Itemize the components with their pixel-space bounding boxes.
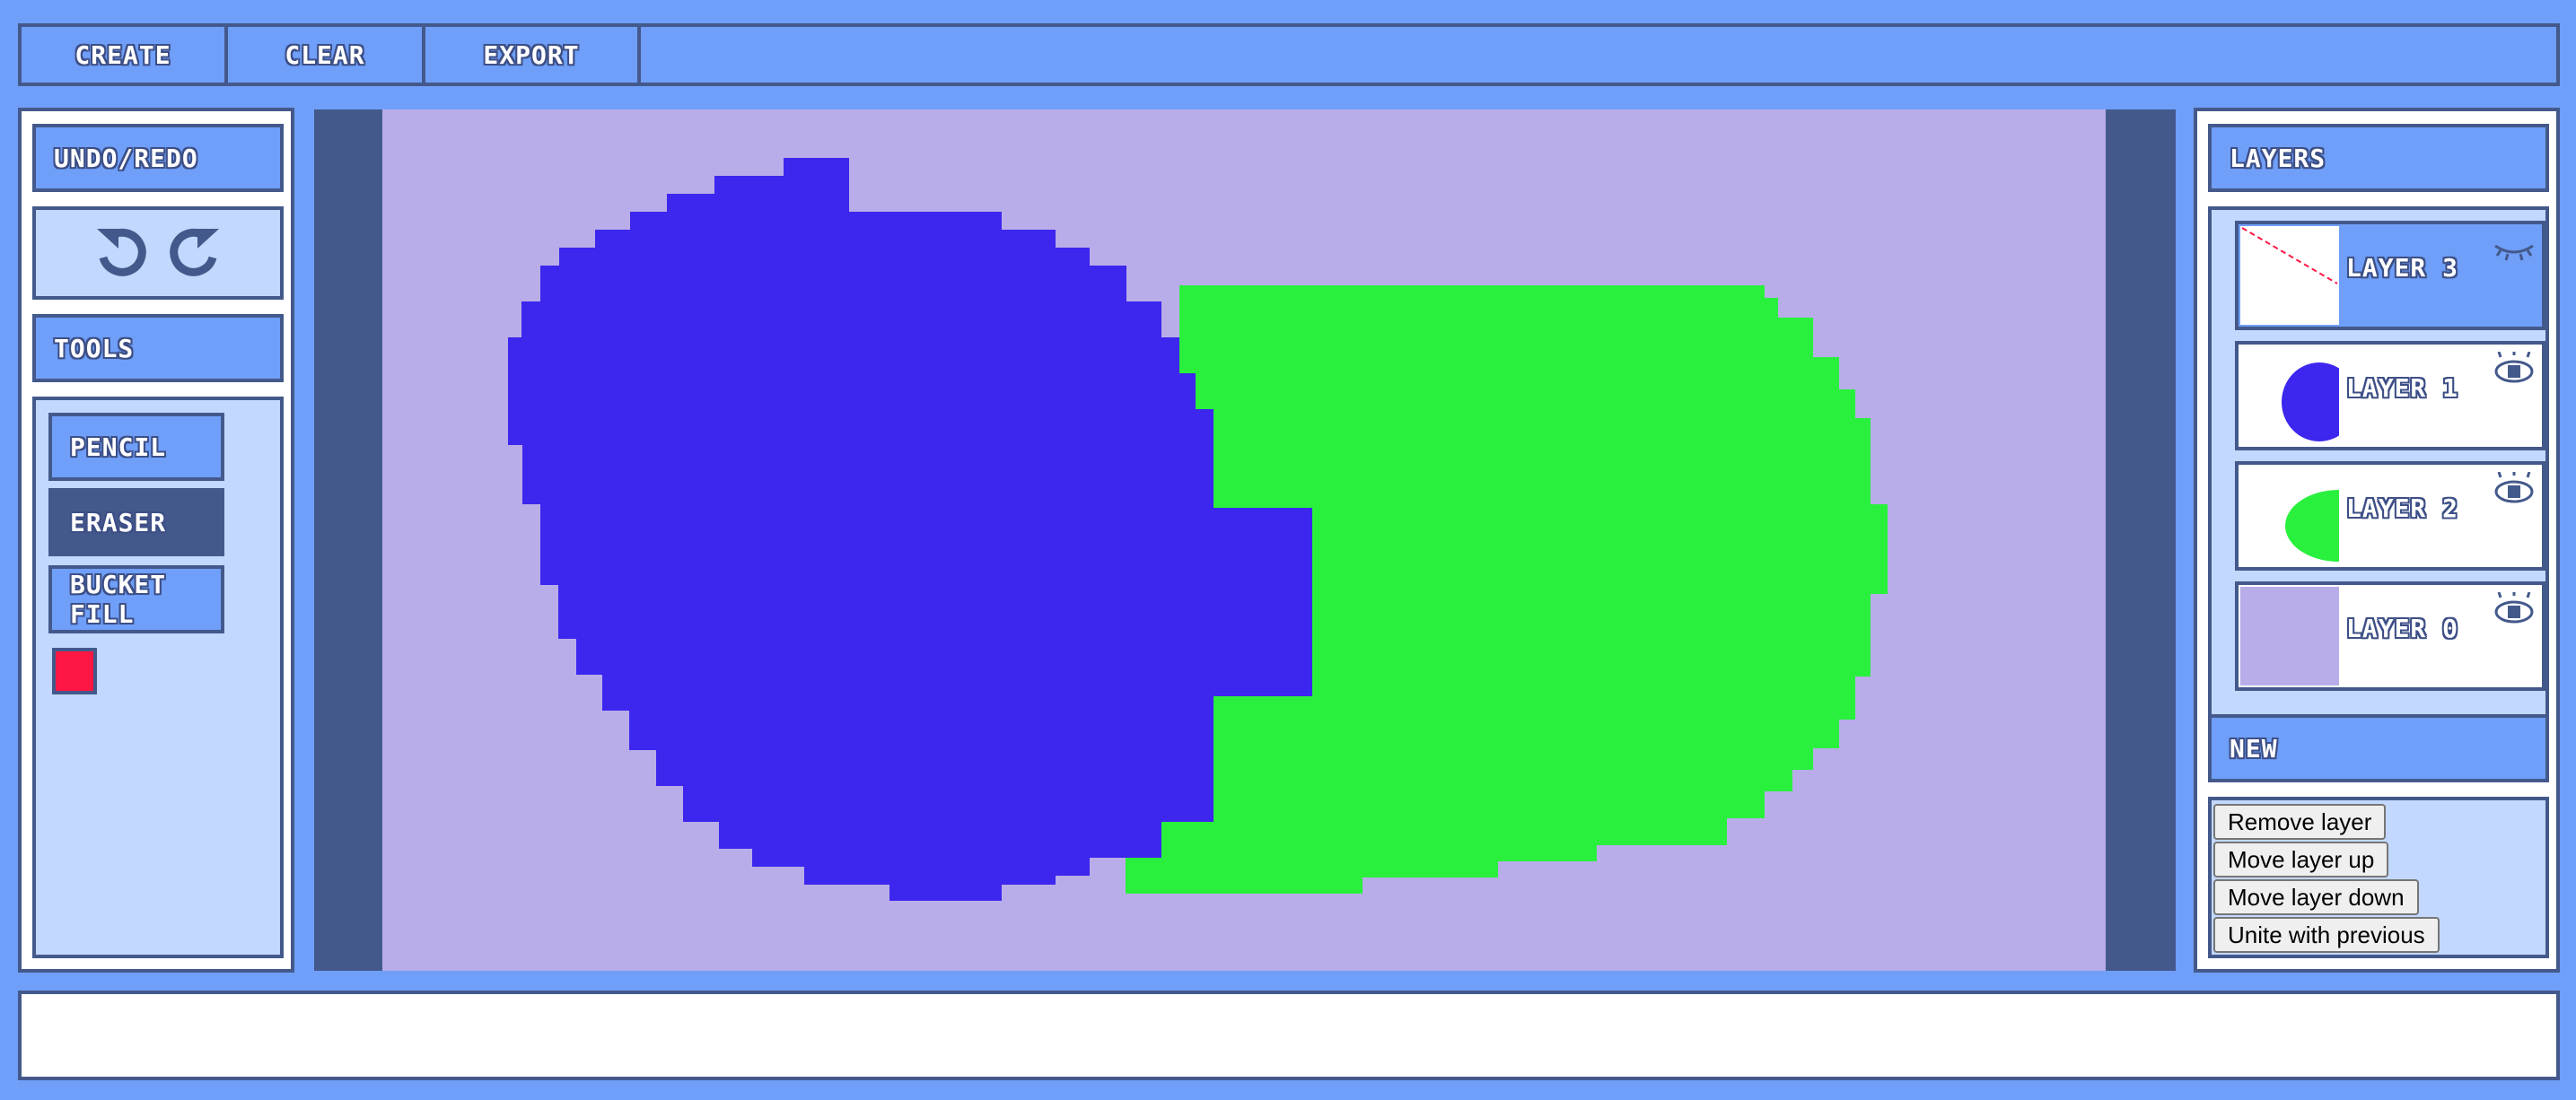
layer-item-0[interactable]: LAYER 0	[2235, 581, 2545, 691]
eye-closed-icon[interactable]	[2492, 231, 2537, 267]
undo-redo-header: UNDO/REDO	[32, 124, 284, 192]
unite-with-previous-button[interactable]: Unite with previous	[2213, 917, 2440, 953]
blue-ellipse-shape	[508, 158, 1312, 901]
redo-icon[interactable]	[162, 222, 224, 284]
create-button[interactable]: CREATE	[22, 27, 228, 83]
canvas-area	[314, 109, 2176, 971]
eye-open-icon[interactable]	[2492, 352, 2537, 388]
tool-eraser[interactable]: ERASER	[48, 488, 224, 556]
layers-list: LAYER 3 LAYER 1 LAYER 2 LAYER 0	[2208, 206, 2549, 720]
clear-button[interactable]: CLEAR	[228, 27, 425, 83]
layer-label: LAYER 0	[2346, 614, 2459, 643]
tool-bucket-fill[interactable]: BUCKET FILL	[48, 565, 224, 633]
layer-label: LAYER 2	[2346, 493, 2459, 523]
layers-header: LAYERS	[2208, 124, 2549, 192]
layer-label: LAYER 3	[2346, 253, 2459, 283]
layer-item-2[interactable]: LAYER 2	[2235, 461, 2545, 571]
color-swatch[interactable]	[52, 648, 97, 694]
remove-layer-button[interactable]: Remove layer	[2213, 804, 2387, 840]
layer-thumbnail	[2240, 467, 2339, 565]
undo-redo-box	[32, 206, 284, 300]
undo-icon[interactable]	[92, 222, 154, 284]
layer-thumbnail	[2240, 587, 2339, 685]
layer-actions-box: Remove layer Move layer up Move layer do…	[2208, 797, 2549, 958]
menubar: CREATE CLEAR EXPORT	[18, 23, 2560, 86]
layer-item-1[interactable]: LAYER 1	[2235, 341, 2545, 450]
new-layer-button[interactable]: NEW	[2208, 714, 2549, 782]
layer-label: LAYER 1	[2346, 373, 2459, 403]
tool-pencil[interactable]: PENCIL	[48, 413, 224, 481]
layer-thumbnail	[2240, 226, 2339, 325]
left-panel: UNDO/REDO TOOLS PENCIL ERASER BUCKET FIL…	[18, 108, 294, 973]
drawing-canvas[interactable]	[382, 109, 2106, 971]
right-panel: LAYERS LAYER 3 LAYER 1 LAYER 2 LAYER 0 N…	[2194, 108, 2560, 973]
layer-item-3[interactable]: LAYER 3	[2235, 221, 2545, 330]
tools-box: PENCIL ERASER BUCKET FILL	[32, 397, 284, 958]
move-layer-up-button[interactable]: Move layer up	[2213, 842, 2389, 877]
move-layer-down-button[interactable]: Move layer down	[2213, 879, 2419, 915]
layer-thumbnail	[2240, 346, 2339, 445]
eye-open-icon[interactable]	[2492, 592, 2537, 628]
export-button[interactable]: EXPORT	[425, 27, 641, 83]
status-bar	[18, 991, 2560, 1080]
tools-header: TOOLS	[32, 314, 284, 382]
eye-open-icon[interactable]	[2492, 472, 2537, 508]
